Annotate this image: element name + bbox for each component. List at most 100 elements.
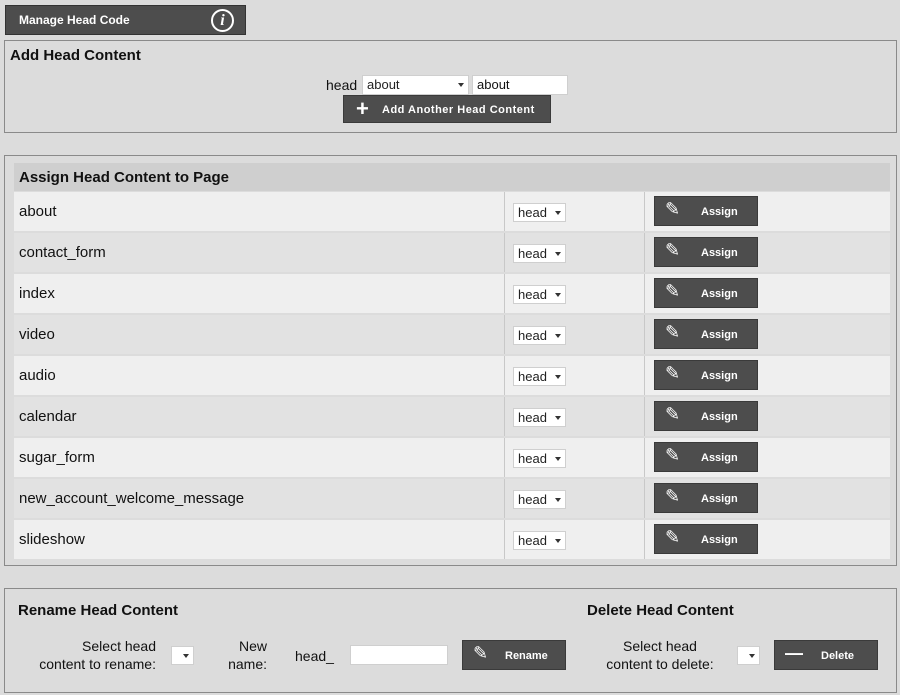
pencil-icon: ✎: [665, 404, 681, 424]
table-row: calendar head ✎ Assign: [14, 397, 890, 436]
pencil-icon: ✎: [665, 486, 681, 506]
head-select[interactable]: head: [513, 490, 566, 509]
chevron-down-icon: [555, 211, 561, 215]
page-name: about: [19, 203, 57, 220]
table-row: video head ✎ Assign: [14, 315, 890, 354]
head-select-cell: head: [505, 356, 645, 395]
assign-button[interactable]: ✎ Assign: [654, 442, 758, 472]
new-name-label: New name:: [228, 638, 267, 672]
pencil-icon: ✎: [665, 240, 681, 260]
head-select-cell: head: [505, 479, 645, 518]
chevron-down-icon: [555, 539, 561, 543]
chevron-down-icon: [555, 252, 561, 256]
plus-icon: +: [356, 96, 369, 121]
table-row: audio head ✎ Assign: [14, 356, 890, 395]
head-select-cell: head: [505, 438, 645, 477]
head-select[interactable]: head: [513, 285, 566, 304]
add-head-content-title: Add Head Content: [10, 47, 141, 64]
rename-head-content-title: Rename Head Content: [18, 602, 179, 619]
assign-head-content-title: Assign Head Content to Page: [19, 169, 230, 186]
pencil-icon: ✎: [665, 363, 681, 383]
assign-head-content-panel: Assign Head Content to Page about head ✎ As…: [4, 155, 897, 566]
head-select[interactable]: head: [513, 531, 566, 550]
page-name: video: [19, 326, 55, 343]
info-icon[interactable]: i: [211, 9, 234, 32]
head-select-cell: head: [505, 315, 645, 354]
page-name-cell: calendar: [14, 397, 505, 436]
pencil-icon: ✎: [665, 199, 681, 219]
add-head-content-panel: Add Head Content head about about + Add …: [4, 40, 897, 133]
chevron-down-icon: [458, 83, 464, 87]
assign-button[interactable]: ✎ Assign: [654, 237, 758, 267]
head-content-input[interactable]: about: [472, 75, 568, 95]
table-row: index head ✎ Assign: [14, 274, 890, 313]
page-name-cell: about: [14, 192, 505, 231]
rename-select[interactable]: [171, 646, 194, 665]
page-name: contact_form: [19, 244, 106, 261]
head-select-cell: head: [505, 192, 645, 231]
delete-button[interactable]: — Delete: [774, 640, 878, 670]
chevron-down-icon: [555, 375, 561, 379]
table-row: about head ✎ Assign: [14, 192, 890, 231]
table-row: sugar_form head ✎ Assign: [14, 438, 890, 477]
minus-icon: —: [785, 643, 803, 663]
chevron-down-icon: [183, 654, 189, 658]
head-select[interactable]: head: [513, 326, 566, 345]
pencil-icon: ✎: [473, 643, 489, 663]
head-select[interactable]: head: [513, 408, 566, 427]
page-name-cell: index: [14, 274, 505, 313]
table-row: new_account_welcome_message head ✎ Assign: [14, 479, 890, 518]
page-name-cell: new_account_welcome_message: [14, 479, 505, 518]
page-name: sugar_form: [19, 449, 95, 466]
page-name: calendar: [19, 408, 77, 425]
manage-head-code-header: Manage Head Code i: [5, 5, 246, 35]
page-name-cell: sugar_form: [14, 438, 505, 477]
assign-button[interactable]: ✎ Assign: [654, 319, 758, 349]
head-select-cell: head: [505, 520, 645, 559]
chevron-down-icon: [555, 498, 561, 502]
assign-button[interactable]: ✎ Assign: [654, 196, 758, 226]
page-title: Manage Head Code: [19, 13, 130, 27]
head-select[interactable]: head: [513, 367, 566, 386]
head-select[interactable]: head: [513, 203, 566, 222]
chevron-down-icon: [555, 334, 561, 338]
table-row: slideshow head ✎ Assign: [14, 520, 890, 559]
rename-button[interactable]: ✎ Rename: [462, 640, 566, 670]
rename-select-label: Select head content to rename:: [39, 638, 156, 672]
head-select[interactable]: head: [513, 244, 566, 263]
pencil-icon: ✎: [665, 527, 681, 547]
chevron-down-icon: [555, 293, 561, 297]
head-select-cell: head: [505, 397, 645, 436]
assign-button[interactable]: ✎ Assign: [654, 524, 758, 554]
page-name-cell: audio: [14, 356, 505, 395]
delete-head-content-title: Delete Head Content: [587, 602, 734, 619]
chevron-down-icon: [555, 416, 561, 420]
page-name: audio: [19, 367, 56, 384]
head-prefix-label: head: [326, 77, 358, 93]
page-name: slideshow: [19, 531, 85, 548]
table-header: Assign Head Content to Page: [14, 163, 890, 191]
assign-button[interactable]: ✎ Assign: [654, 483, 758, 513]
pencil-icon: ✎: [665, 281, 681, 301]
rename-delete-panel: Rename Head Content Delete Head Content …: [4, 588, 897, 693]
delete-select[interactable]: [737, 646, 760, 665]
page-name-cell: contact_form: [14, 233, 505, 272]
assign-button[interactable]: ✎ Assign: [654, 360, 758, 390]
assign-button[interactable]: ✎ Assign: [654, 278, 758, 308]
assign-button[interactable]: ✎ Assign: [654, 401, 758, 431]
pencil-icon: ✎: [665, 445, 681, 465]
page-name-cell: slideshow: [14, 520, 505, 559]
delete-select-label: Select head content to delete:: [606, 638, 714, 672]
head-content-select[interactable]: about: [362, 75, 469, 95]
page-name: new_account_welcome_message: [19, 490, 245, 507]
pencil-icon: ✎: [665, 322, 681, 342]
chevron-down-icon: [749, 654, 755, 658]
head-select-cell: head: [505, 274, 645, 313]
page-name-cell: video: [14, 315, 505, 354]
chevron-down-icon: [555, 457, 561, 461]
head-select-cell: head: [505, 233, 645, 272]
head-select[interactable]: head: [513, 449, 566, 468]
head-prefix-text: head_: [295, 648, 334, 664]
add-another-head-content-button[interactable]: + Add Another Head Content: [343, 95, 551, 123]
new-name-input[interactable]: [350, 645, 448, 665]
